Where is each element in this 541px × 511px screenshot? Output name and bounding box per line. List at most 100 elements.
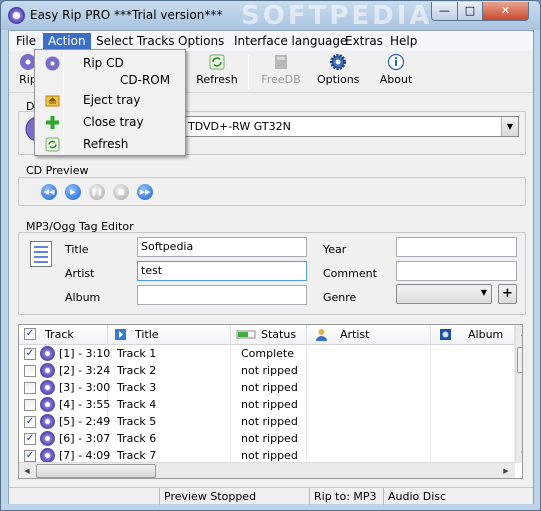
artist-column-icon xyxy=(316,329,327,341)
menu-item-close-tray-label: Close tray xyxy=(83,115,144,129)
cd-icon xyxy=(40,448,55,463)
track-cell: ✓ [5] - 2:49 xyxy=(19,413,111,430)
close-button[interactable]: ✕ xyxy=(482,2,529,21)
title-cell: Track 3 xyxy=(108,379,231,396)
artist-field-label: Artist xyxy=(65,267,95,280)
freedb-button[interactable]: FreeDB xyxy=(258,53,304,86)
album-cell xyxy=(431,396,515,413)
track-list-header: ✓ Track Title Status Artist Album xyxy=(19,325,515,345)
drive-select[interactable]: TDVD+-RW GT32N ▼ xyxy=(181,116,519,137)
album-cell xyxy=(431,362,515,379)
menu-item-eject-tray[interactable]: Eject tray xyxy=(37,90,183,111)
column-track[interactable]: ✓ Track xyxy=(19,325,108,345)
table-row[interactable]: [3] - 3:00 Track 3 not ripped xyxy=(19,379,515,396)
scroll-left-icon[interactable]: ◀ xyxy=(19,463,35,478)
refresh-button[interactable]: Refresh xyxy=(193,53,241,86)
tag-list-icon xyxy=(30,241,52,267)
title-cell: Track 5 xyxy=(108,413,231,430)
track-checkbox[interactable]: ✓ xyxy=(24,433,36,445)
menu-file[interactable]: File xyxy=(11,33,41,50)
menu-options[interactable]: Options xyxy=(173,33,229,50)
track-checkbox[interactable]: ✓ xyxy=(24,416,36,428)
cd-icon xyxy=(40,431,55,446)
album-field[interactable] xyxy=(137,285,307,305)
refresh-icon xyxy=(45,137,60,152)
horizontal-scrollbar[interactable]: ◀ ▶ xyxy=(19,462,515,478)
scroll-right-icon[interactable]: ▶ xyxy=(498,463,514,478)
menu-extras[interactable]: Extras xyxy=(340,33,388,50)
status-preview: Preview Stopped xyxy=(159,488,309,505)
pause-button[interactable]: ❚❚ xyxy=(89,184,105,200)
horizontal-scroll-thumb[interactable] xyxy=(36,464,156,478)
column-status[interactable]: Status xyxy=(231,325,307,345)
track-number: [5] - 2:49 xyxy=(59,415,111,428)
app-window: Easy Rip PRO ***Trial version*** SOFTPED… xyxy=(0,0,541,511)
artist-cell xyxy=(307,396,431,413)
status-rip-format: Rip to: MP3 xyxy=(309,488,383,505)
title-cell: Track 2 xyxy=(108,362,231,379)
menu-item-close-tray[interactable]: Close tray xyxy=(37,112,183,133)
action-menu-dropdown: Rip CD CD-ROM Eject tray Close tray Refr… xyxy=(34,49,186,156)
track-checkbox[interactable] xyxy=(24,365,36,377)
title-field[interactable]: Softpedia xyxy=(137,237,307,257)
comment-field-label: Comment xyxy=(323,267,377,280)
column-album[interactable]: Album xyxy=(431,325,515,345)
table-row[interactable]: ✓ [1] - 3:10 Track 1 Complete xyxy=(19,345,515,362)
about-button[interactable]: About xyxy=(378,53,414,86)
play-button[interactable]: ▶ xyxy=(65,184,81,200)
vertical-scrollbar[interactable]: ▲ ▼ xyxy=(515,325,522,463)
track-checkbox[interactable] xyxy=(24,382,36,394)
album-cell xyxy=(431,413,515,430)
select-all-checkbox[interactable]: ✓ xyxy=(24,328,36,340)
chevron-down-icon[interactable]: ▼ xyxy=(501,117,518,136)
minimize-button[interactable]: — xyxy=(431,2,458,21)
artist-cell xyxy=(307,379,431,396)
table-row[interactable]: ✓ [6] - 3:07 Track 6 not ripped xyxy=(19,430,515,447)
title-bar[interactable]: Easy Rip PRO ***Trial version*** SOFTPED… xyxy=(1,1,540,31)
track-number: [4] - 3:55 xyxy=(59,398,111,411)
column-title[interactable]: Title xyxy=(108,325,231,345)
options-button[interactable]: Options xyxy=(317,53,359,86)
menu-item-rip-cd[interactable]: Rip CD xyxy=(37,53,183,74)
scroll-up-icon[interactable]: ▲ xyxy=(516,325,522,342)
year-field[interactable] xyxy=(396,237,517,257)
genre-select[interactable]: ▼ xyxy=(396,284,492,304)
track-cell: [4] - 3:55 xyxy=(19,396,111,413)
menu-help[interactable]: Help xyxy=(385,33,422,50)
next-button[interactable]: ▶▶ xyxy=(137,184,153,200)
column-status-label: Status xyxy=(261,328,297,341)
genre-field-label: Genre xyxy=(323,291,357,304)
cd-icon xyxy=(40,346,55,361)
artist-cell xyxy=(307,413,431,430)
table-row[interactable]: [2] - 3:24 Track 2 not ripped xyxy=(19,362,515,379)
artist-field[interactable]: test xyxy=(137,261,307,281)
previous-icon: ◀◀ xyxy=(43,188,55,196)
cd-icon xyxy=(45,56,60,71)
scroll-down-icon[interactable]: ▼ xyxy=(516,446,522,463)
column-artist[interactable]: Artist xyxy=(307,325,431,345)
play-icon: ▶ xyxy=(70,188,76,196)
refresh-icon xyxy=(209,54,225,70)
track-checkbox[interactable]: ✓ xyxy=(24,450,36,462)
track-checkbox[interactable]: ✓ xyxy=(24,348,36,360)
table-row[interactable]: ✓ [5] - 2:49 Track 5 not ripped xyxy=(19,413,515,430)
menu-interface-language[interactable]: Interface language xyxy=(229,33,352,50)
stop-button[interactable]: ■ xyxy=(113,184,129,200)
add-genre-button[interactable]: + xyxy=(498,284,517,304)
menu-select-tracks[interactable]: Select Tracks xyxy=(91,33,180,50)
next-icon: ▶▶ xyxy=(139,188,151,196)
previous-button[interactable]: ◀◀ xyxy=(41,184,57,200)
track-cell: ✓ [6] - 3:07 xyxy=(19,430,110,447)
track-cell: [3] - 3:00 xyxy=(19,379,110,396)
track-checkbox[interactable] xyxy=(24,399,36,411)
status-cell: not ripped xyxy=(231,413,307,430)
comment-field[interactable] xyxy=(396,261,517,281)
maximize-button[interactable]: □ xyxy=(457,2,483,21)
table-row[interactable]: [4] - 3:55 Track 4 not ripped xyxy=(19,396,515,413)
refresh-label: Refresh xyxy=(196,73,238,86)
toolbar-separator xyxy=(248,55,249,89)
menu-item-refresh[interactable]: Refresh xyxy=(37,134,183,155)
menu-action[interactable]: Action xyxy=(43,33,91,50)
track-number: [1] - 3:10 xyxy=(59,347,111,360)
vertical-scroll-thumb[interactable] xyxy=(517,347,522,373)
